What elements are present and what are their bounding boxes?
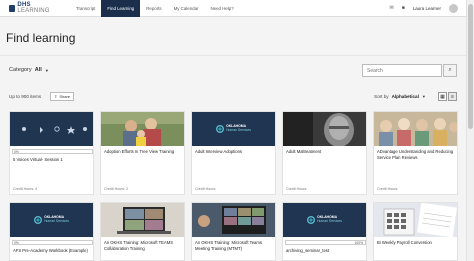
progress-bar: 0% bbox=[12, 149, 93, 154]
inbox-icon[interactable]: ✉ bbox=[389, 5, 393, 11]
logo-line-2: Human Services bbox=[44, 219, 69, 223]
results-count: Up to 900 items bbox=[9, 94, 42, 99]
course-thumbnail bbox=[374, 203, 457, 237]
tab-find-learning[interactable]: Find Learning bbox=[101, 0, 141, 17]
sort-label: Sort by bbox=[374, 94, 389, 99]
search-input[interactable]: Search bbox=[362, 64, 442, 77]
course-card[interactable]: OKLAHOMA Human Services 0% AFS Pre-Academ… bbox=[9, 202, 94, 261]
credit-hours: Credit Hours: bbox=[377, 187, 399, 191]
credit-hours: Credit Hours: 2 bbox=[104, 187, 129, 191]
course-thumbnail: OKLAHOMA Human Services bbox=[10, 203, 93, 237]
nav-tabs: Transcript Find Learning Reports My Cale… bbox=[70, 0, 240, 17]
category-label: Category bbox=[9, 67, 32, 73]
sort-value[interactable]: Alphabetical bbox=[392, 94, 419, 99]
user-name[interactable]: Laura Learner bbox=[413, 6, 441, 11]
course-thumbnail bbox=[374, 112, 457, 146]
page-title: Find learning bbox=[6, 31, 76, 45]
oklahoma-human-services-logo: OKLAHOMA Human Services bbox=[307, 215, 342, 224]
logo-circle-icon bbox=[34, 216, 43, 224]
course-title[interactable]: Adult Maltreatment bbox=[283, 146, 366, 155]
course-title[interactable]: An OKHS Training: Microsoft Teams Meetin… bbox=[192, 237, 275, 251]
course-title[interactable]: 5 Voices Virtual- Session 1 bbox=[10, 154, 93, 163]
course-title[interactable]: Adult Interview Adoptions bbox=[192, 146, 275, 155]
course-card[interactable]: Adoption Efforts In Tree View Training C… bbox=[100, 111, 185, 195]
course-title[interactable]: An OKHS Training: Microsoft TEAMS Collab… bbox=[101, 237, 184, 251]
oklahoma-human-services-logo: OKLAHOMA Human Services bbox=[216, 124, 251, 133]
logo-line-2: Human Services bbox=[226, 128, 251, 132]
progress-bar: 100% bbox=[285, 240, 366, 245]
credit-hours: Credit Hours: bbox=[286, 187, 308, 191]
search-button[interactable]: ⌕ bbox=[443, 64, 457, 77]
course-card[interactable]: Adult Maltreatment Credit Hours: bbox=[282, 111, 367, 195]
scrollbar-thumb[interactable] bbox=[468, 4, 473, 129]
course-title[interactable]: Bi Weekly Payroll Conversion bbox=[374, 237, 457, 246]
credit-hours: Credit Hours: 4 bbox=[13, 187, 38, 191]
tab-transcript[interactable]: Transcript bbox=[70, 0, 101, 17]
course-card[interactable]: An OKHS Training: Microsoft Teams Meetin… bbox=[191, 202, 276, 261]
share-label: Share bbox=[59, 94, 71, 99]
logo-mark-icon bbox=[9, 4, 16, 12]
logo-circle-icon bbox=[307, 216, 316, 224]
progress-text: 100% bbox=[354, 241, 363, 245]
grid-view-button[interactable]: ▦ bbox=[438, 92, 447, 101]
tab-reports[interactable]: Reports bbox=[140, 0, 167, 17]
course-card[interactable]: OKLAHOMA Human Services Adult Interview A… bbox=[191, 111, 276, 195]
course-thumbnail: OKLAHOMA Human Services bbox=[192, 112, 275, 146]
logo-line-2: Human Services bbox=[317, 219, 342, 223]
dhs-learning-logo[interactable]: DHS LEARNING bbox=[9, 2, 61, 14]
tab-my-calendar[interactable]: My Calendar bbox=[168, 0, 205, 17]
progress-text: 0% bbox=[14, 241, 19, 245]
course-title[interactable]: archiving_seminar_test bbox=[283, 245, 366, 254]
category-value[interactable]: All bbox=[35, 67, 42, 73]
course-thumbnail bbox=[101, 112, 184, 146]
course-card[interactable]: 0% 5 Voices Virtual- Session 1 Credit Ho… bbox=[9, 111, 94, 195]
oklahoma-human-services-logo: OKLAHOMA Human Services bbox=[34, 215, 69, 224]
logo-circle-icon bbox=[216, 125, 225, 133]
progress-bar: 0% bbox=[12, 240, 93, 245]
course-thumbnail bbox=[192, 203, 275, 237]
course-title[interactable]: AFS Pre-Academy Workbook (Example) bbox=[10, 245, 93, 254]
page-scrollbar[interactable] bbox=[466, 0, 474, 261]
top-navigation: DHS LEARNING Transcript Find Learning Re… bbox=[0, 0, 466, 17]
sort-control[interactable]: Sort by Alphabetical ▼ bbox=[374, 94, 426, 99]
tab-need-help[interactable]: Need Help? bbox=[204, 0, 239, 17]
share-button[interactable]: ⇪ Share bbox=[50, 92, 75, 101]
category-filter[interactable]: Category All ▼ bbox=[9, 67, 49, 73]
divider bbox=[0, 55, 466, 56]
course-title[interactable]: Adoption Efforts In Tree View Training bbox=[101, 146, 184, 155]
grid-icon: ▦ bbox=[440, 93, 445, 100]
course-card[interactable]: Bi Weekly Payroll Conversion bbox=[373, 202, 458, 261]
chevron-down-icon[interactable]: ▼ bbox=[45, 68, 49, 73]
share-icon: ⇪ bbox=[54, 94, 58, 99]
course-thumbnail bbox=[101, 203, 184, 237]
search-icon: ⌕ bbox=[448, 67, 452, 73]
progress-text: 0% bbox=[14, 150, 19, 154]
avatar[interactable] bbox=[449, 3, 458, 13]
credit-hours: Credit Hours: bbox=[195, 187, 217, 191]
course-thumbnail bbox=[10, 112, 93, 146]
course-card[interactable]: ADvantage Understanding and Reducing Ser… bbox=[373, 111, 458, 195]
notifications-bell-icon[interactable]: ■ bbox=[402, 5, 405, 11]
list-icon: ≡ bbox=[451, 93, 454, 100]
list-view-button[interactable]: ≡ bbox=[448, 92, 457, 101]
chevron-down-icon[interactable]: ▼ bbox=[422, 94, 426, 99]
course-title[interactable]: ADvantage Understanding and Reducing Ser… bbox=[374, 146, 457, 160]
course-thumbnail: OKLAHOMA Human Services bbox=[283, 203, 366, 237]
course-thumbnail bbox=[283, 112, 366, 146]
course-card[interactable]: An OKHS Training: Microsoft TEAMS Collab… bbox=[100, 202, 185, 261]
course-card[interactable]: OKLAHOMA Human Services 100% archiving_se… bbox=[282, 202, 367, 261]
logo-sub-text: LEARNING bbox=[17, 8, 50, 14]
